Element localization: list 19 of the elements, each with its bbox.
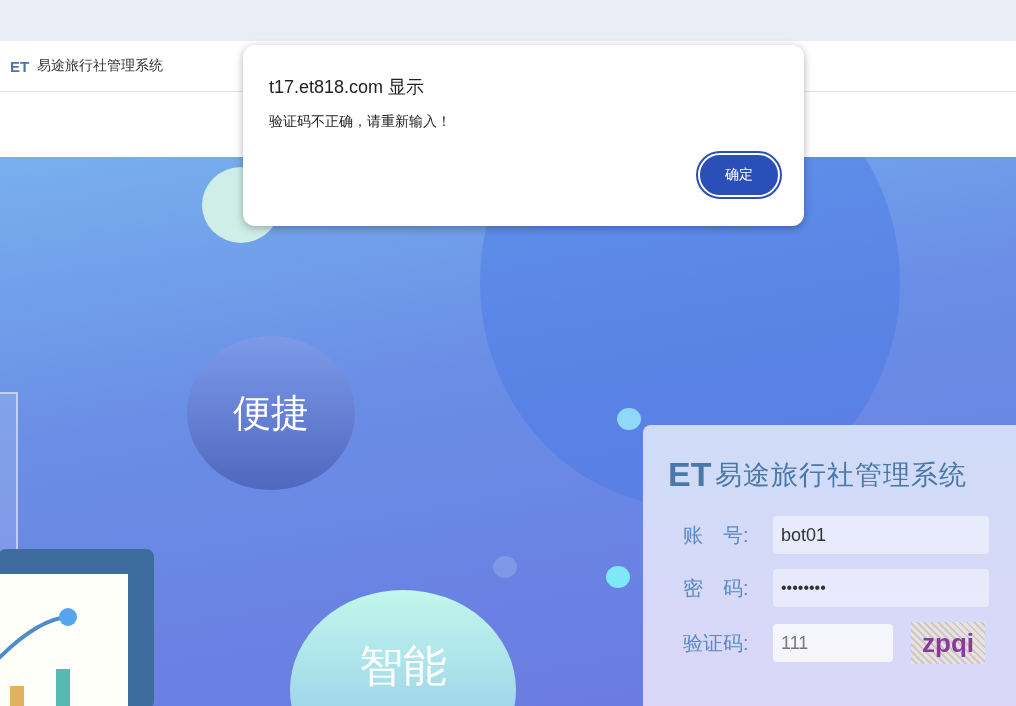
dialog-message: 验证码不正确，请重新输入！	[269, 113, 452, 131]
bubble-decoration	[606, 566, 630, 588]
chart-point	[59, 608, 77, 626]
feature-bubble: 智能	[290, 590, 516, 706]
ok-button[interactable]: 确定	[698, 153, 780, 197]
field-label: 密 码:	[683, 575, 750, 601]
site-logo: ET	[10, 57, 30, 75]
dialog-title: t17.et818.com 显示	[269, 76, 426, 99]
feature-bubble: 便捷	[187, 336, 355, 490]
field-label: 账 号:	[683, 522, 750, 548]
brand-title: 易途旅行社管理系统	[715, 457, 968, 492]
bubble-decoration	[617, 408, 641, 430]
captcha-field[interactable]: 111	[773, 624, 893, 662]
chart-bar	[56, 669, 70, 706]
captcha-image[interactable]: zpqi	[911, 622, 985, 664]
brand-logo: ET	[668, 455, 712, 494]
chart-bar	[10, 686, 24, 706]
site-title: 易途旅行社管理系统	[37, 57, 164, 75]
field-label: 验证码:	[683, 630, 750, 656]
